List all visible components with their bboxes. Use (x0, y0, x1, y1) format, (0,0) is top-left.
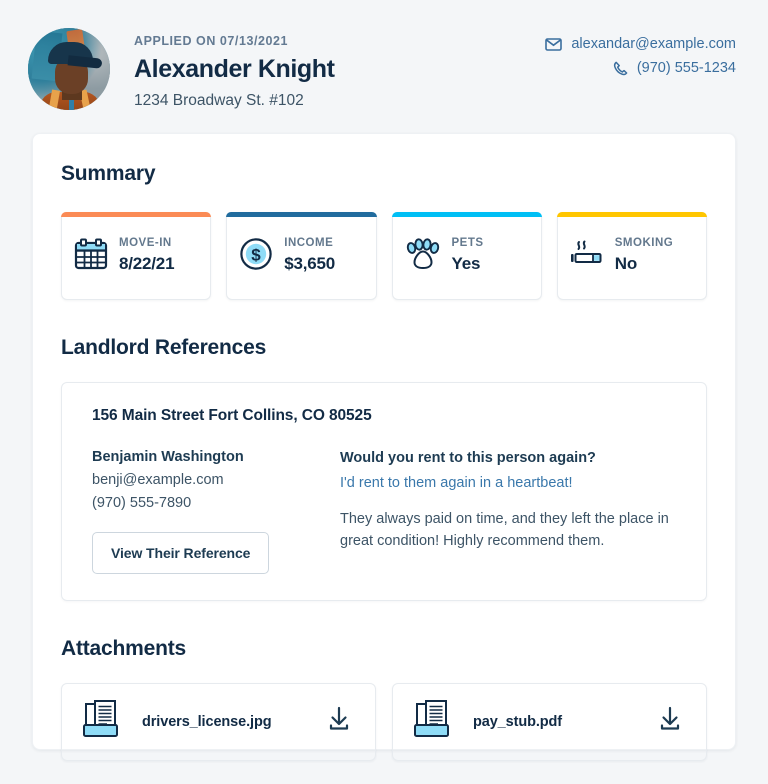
stat-accent-bar (556, 212, 707, 217)
reference-phone: (970) 555-7890 (92, 495, 192, 512)
applicant-summary-page: APPLIED ON 07/13/2021 Alexander Knight 1… (0, 0, 768, 784)
stat-card-income: $ INCOME $3,650 (226, 212, 377, 300)
page-title: Alexander Knight (134, 55, 335, 83)
attachments-list: drivers_license.jpg pay_stub.pdf (61, 682, 707, 761)
reference-email: benji@example.com (92, 471, 224, 488)
applicant-photo (28, 28, 110, 110)
download-icon[interactable] (658, 706, 682, 737)
dollar-circle-icon: $ (239, 237, 273, 276)
stat-card-smoking: SMOKING No (556, 212, 707, 300)
reference-property-address: 156 Main Street Fort Collins, CO 80525 (92, 407, 372, 424)
view-their-reference-button[interactable]: View Their Reference (92, 531, 270, 574)
attachment-item[interactable]: drivers_license.jpg (61, 682, 376, 761)
email-text: alexandar@example.com (571, 36, 736, 52)
document-tray-icon (82, 699, 124, 744)
paw-icon (405, 237, 441, 275)
stat-label: SMOKING (614, 237, 674, 250)
stat-card-pets: PETS Yes (391, 212, 542, 300)
reference-feedback-column: Would you rent to this person again? I'd… (340, 447, 676, 574)
stat-accent-bar (61, 212, 212, 217)
stat-value: 8/22/21 (119, 254, 175, 274)
landlord-references-heading: Landlord References (61, 336, 267, 359)
reference-question: Would you rent to this person again? (340, 450, 596, 466)
summary-heading: Summary (61, 162, 156, 185)
main-content-card: Summary MOVE-IN 8/22/21 $ INCOME $3,650 … (32, 133, 736, 761)
email-row[interactable]: alexandar@example.com (545, 36, 736, 52)
stat-card-move-in: MOVE-IN 8/22/21 (61, 212, 212, 300)
stat-value: No (614, 254, 638, 274)
applicant-identity: APPLIED ON 07/13/2021 Alexander Knight 1… (134, 26, 335, 111)
stat-label: INCOME (284, 237, 334, 250)
stat-accent-bar (226, 212, 377, 217)
stat-label: PETS (451, 237, 484, 250)
stat-label: MOVE-IN (119, 237, 172, 250)
phone-row[interactable]: (970) 555-1234 (545, 60, 736, 76)
reference-note: They always paid on time, and they left … (340, 510, 669, 550)
attachment-filename: drivers_license.jpg (142, 713, 272, 730)
svg-text:$: $ (252, 245, 262, 264)
phone-icon (613, 61, 628, 76)
attachment-filename: pay_stub.pdf (473, 713, 563, 730)
attachments-heading: Attachments (61, 636, 186, 660)
avatar (28, 28, 110, 110)
download-icon[interactable] (327, 706, 351, 737)
document-tray-icon (413, 699, 455, 744)
phone-text: (970) 555-1234 (636, 60, 736, 76)
reference-answer: I'd rent to them again in a heartbeat! (340, 474, 573, 491)
landlord-reference-card: 156 Main Street Fort Collins, CO 80525 B… (61, 382, 707, 601)
reference-name: Benjamin Washington (92, 449, 244, 465)
applied-on-label: APPLIED ON 07/13/2021 (134, 34, 288, 48)
contact-info: alexandar@example.com (970) 555-1234 (545, 26, 736, 84)
applicant-header: APPLIED ON 07/13/2021 Alexander Knight 1… (0, 0, 768, 133)
calendar-icon (74, 238, 108, 275)
stat-accent-bar (391, 212, 542, 217)
stat-value: $3,650 (284, 254, 336, 274)
applicant-address: 1234 Broadway St. #102 (134, 91, 304, 109)
reference-contact-column: Benjamin Washington benji@example.com (9… (92, 447, 314, 574)
envelope-icon (545, 37, 563, 51)
summary-stats: MOVE-IN 8/22/21 $ INCOME $3,650 PETS Yes… (61, 212, 707, 300)
attachment-item[interactable]: pay_stub.pdf (392, 682, 707, 761)
cigarette-icon (570, 239, 604, 274)
stat-value: Yes (451, 254, 481, 274)
